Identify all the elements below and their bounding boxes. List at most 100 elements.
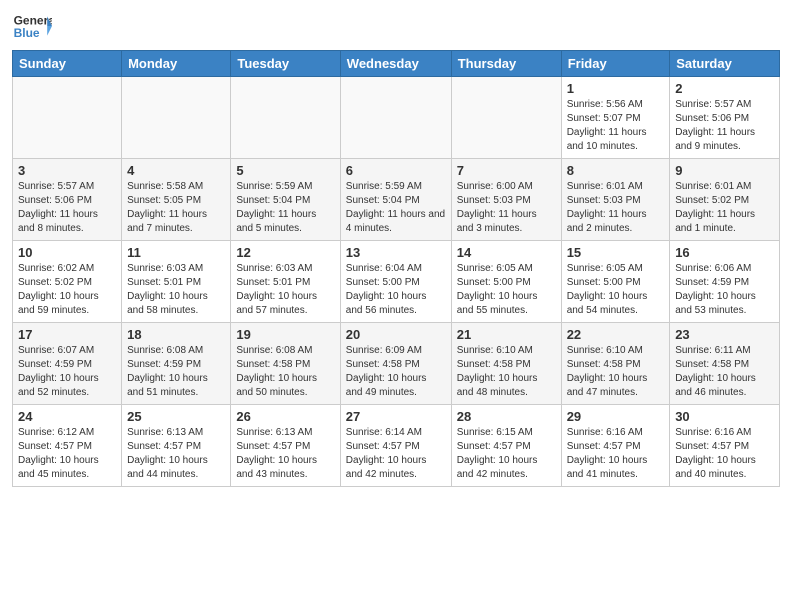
- weekday-header-friday: Friday: [561, 51, 670, 77]
- calendar-cell: [122, 77, 231, 159]
- calendar-cell: 12Sunrise: 6:03 AM Sunset: 5:01 PM Dayli…: [231, 241, 340, 323]
- day-number: 15: [567, 245, 665, 260]
- day-info: Sunrise: 6:10 AM Sunset: 4:58 PM Dayligh…: [567, 344, 665, 400]
- calendar-cell: 28Sunrise: 6:15 AM Sunset: 4:57 PM Dayli…: [451, 405, 561, 487]
- day-info: Sunrise: 5:56 AM Sunset: 5:07 PM Dayligh…: [567, 98, 665, 154]
- calendar-cell: 15 Sunrise: 6:05 AM Sunset: 5:00 PM Dayli…: [561, 241, 670, 323]
- svg-text:Blue: Blue: [14, 26, 40, 40]
- calendar-cell: 21 Sunrise: 6:10 AM Sunset: 4:58 PM Dayli…: [451, 323, 561, 405]
- day-number: 20: [346, 327, 446, 342]
- calendar-cell: 9 Sunrise: 6:01 AM Sunset: 5:02 PM Daylig…: [670, 159, 780, 241]
- calendar-cell: 17 Sunrise: 6:07 AM Sunset: 4:59 PM Dayli…: [13, 323, 122, 405]
- day-info: Sunrise: 5:59 AM Sunset: 5:04 PM Dayligh…: [346, 180, 446, 236]
- day-number: 27: [346, 409, 446, 424]
- calendar-cell: 26 Sunrise: 6:13 AM Sunset: 4:57 PM Dayli…: [231, 405, 340, 487]
- day-number: 10: [18, 245, 116, 260]
- day-info: Sunrise: 6:05 AM Sunset: 5:00 PM Dayligh…: [457, 262, 556, 318]
- calendar-week-row: 17 Sunrise: 6:07 AM Sunset: 4:59 PM Dayli…: [13, 323, 780, 405]
- page-container: General Blue SundayMondayTuesdayWednesda…: [0, 0, 792, 497]
- day-info: Sunrise: 5:57 AM Sunset: 5:06 PM Dayligh…: [18, 180, 116, 236]
- day-info: Sunrise: 6:01 AM Sunset: 5:03 PM Dayligh…: [567, 180, 665, 236]
- day-info: Sunrise: 6:03 AM Sunset: 5:01 PM Dayligh…: [236, 262, 334, 318]
- calendar-cell: 13Sunrise: 6:04 AM Sunset: 5:00 PM Dayli…: [340, 241, 451, 323]
- day-number: 21: [457, 327, 556, 342]
- day-info: Sunrise: 6:10 AM Sunset: 4:58 PM Dayligh…: [457, 344, 556, 400]
- day-number: 17: [18, 327, 116, 342]
- day-number: 29: [567, 409, 665, 424]
- calendar-cell: 30 Sunrise: 6:16 AM Sunset: 4:57 PM Dayli…: [670, 405, 780, 487]
- day-number: 23: [675, 327, 774, 342]
- day-info: Sunrise: 6:06 AM Sunset: 4:59 PM Dayligh…: [675, 262, 774, 318]
- day-info: Sunrise: 6:11 AM Sunset: 4:58 PM Dayligh…: [675, 344, 774, 400]
- day-info: Sunrise: 6:00 AM Sunset: 5:03 PM Dayligh…: [457, 180, 556, 236]
- calendar-cell: 11Sunrise: 6:03 AM Sunset: 5:01 PM Dayli…: [122, 241, 231, 323]
- day-info: Sunrise: 5:59 AM Sunset: 5:04 PM Dayligh…: [236, 180, 334, 236]
- day-info: Sunrise: 6:07 AM Sunset: 4:59 PM Dayligh…: [18, 344, 116, 400]
- day-info: Sunrise: 6:16 AM Sunset: 4:57 PM Dayligh…: [675, 426, 774, 482]
- calendar-cell: 25 Sunrise: 6:13 AM Sunset: 4:57 PM Dayli…: [122, 405, 231, 487]
- day-info: Sunrise: 6:08 AM Sunset: 4:59 PM Dayligh…: [127, 344, 225, 400]
- header: General Blue: [12, 10, 780, 42]
- weekday-header-tuesday: Tuesday: [231, 51, 340, 77]
- day-number: 22: [567, 327, 665, 342]
- calendar-cell: 27 Sunrise: 6:14 AM Sunset: 4:57 PM Dayli…: [340, 405, 451, 487]
- day-info: Sunrise: 5:57 AM Sunset: 5:06 PM Dayligh…: [675, 98, 774, 154]
- day-number: 7: [457, 163, 556, 178]
- day-info: Sunrise: 5:58 AM Sunset: 5:05 PM Dayligh…: [127, 180, 225, 236]
- calendar-cell: 22 Sunrise: 6:10 AM Sunset: 4:58 PM Dayli…: [561, 323, 670, 405]
- calendar-cell: 29 Sunrise: 6:16 AM Sunset: 4:57 PM Dayli…: [561, 405, 670, 487]
- calendar-cell: 1Sunrise: 5:56 AM Sunset: 5:07 PM Daylig…: [561, 77, 670, 159]
- logo-icon: General Blue: [12, 10, 52, 42]
- day-number: 6: [346, 163, 446, 178]
- day-number: 16: [675, 245, 774, 260]
- calendar-cell: 19Sunrise: 6:08 AM Sunset: 4:58 PM Dayli…: [231, 323, 340, 405]
- weekday-header-wednesday: Wednesday: [340, 51, 451, 77]
- day-info: Sunrise: 6:14 AM Sunset: 4:57 PM Dayligh…: [346, 426, 446, 482]
- day-number: 26: [236, 409, 334, 424]
- weekday-header-monday: Monday: [122, 51, 231, 77]
- day-number: 24: [18, 409, 116, 424]
- day-number: 19: [236, 327, 334, 342]
- calendar-cell: 7 Sunrise: 6:00 AM Sunset: 5:03 PM Daylig…: [451, 159, 561, 241]
- calendar-cell: 2 Sunrise: 5:57 AM Sunset: 5:06 PM Daylig…: [670, 77, 780, 159]
- day-info: Sunrise: 6:01 AM Sunset: 5:02 PM Dayligh…: [675, 180, 774, 236]
- calendar-week-row: 3 Sunrise: 5:57 AM Sunset: 5:06 PM Daylig…: [13, 159, 780, 241]
- weekday-header-thursday: Thursday: [451, 51, 561, 77]
- day-info: Sunrise: 6:05 AM Sunset: 5:00 PM Dayligh…: [567, 262, 665, 318]
- calendar-table: SundayMondayTuesdayWednesdayThursdayFrid…: [12, 50, 780, 487]
- calendar-cell: 16 Sunrise: 6:06 AM Sunset: 4:59 PM Dayli…: [670, 241, 780, 323]
- day-number: 3: [18, 163, 116, 178]
- calendar-cell: 20Sunrise: 6:09 AM Sunset: 4:58 PM Dayli…: [340, 323, 451, 405]
- calendar-cell: 24 Sunrise: 6:12 AM Sunset: 4:57 PM Dayli…: [13, 405, 122, 487]
- calendar-cell: [231, 77, 340, 159]
- weekday-header-saturday: Saturday: [670, 51, 780, 77]
- day-number: 30: [675, 409, 774, 424]
- day-info: Sunrise: 6:13 AM Sunset: 4:57 PM Dayligh…: [236, 426, 334, 482]
- day-number: 4: [127, 163, 225, 178]
- calendar-cell: 3 Sunrise: 5:57 AM Sunset: 5:06 PM Daylig…: [13, 159, 122, 241]
- day-number: 25: [127, 409, 225, 424]
- day-info: Sunrise: 6:04 AM Sunset: 5:00 PM Dayligh…: [346, 262, 446, 318]
- day-info: Sunrise: 6:03 AM Sunset: 5:01 PM Dayligh…: [127, 262, 225, 318]
- calendar-cell: 14 Sunrise: 6:05 AM Sunset: 5:00 PM Dayli…: [451, 241, 561, 323]
- day-number: 14: [457, 245, 556, 260]
- calendar-cell: [340, 77, 451, 159]
- day-info: Sunrise: 6:13 AM Sunset: 4:57 PM Dayligh…: [127, 426, 225, 482]
- weekday-header-sunday: Sunday: [13, 51, 122, 77]
- calendar-cell: 18Sunrise: 6:08 AM Sunset: 4:59 PM Dayli…: [122, 323, 231, 405]
- day-info: Sunrise: 6:02 AM Sunset: 5:02 PM Dayligh…: [18, 262, 116, 318]
- calendar-cell: 23 Sunrise: 6:11 AM Sunset: 4:58 PM Dayli…: [670, 323, 780, 405]
- svg-text:General: General: [14, 13, 52, 27]
- day-number: 2: [675, 81, 774, 96]
- day-info: Sunrise: 6:16 AM Sunset: 4:57 PM Dayligh…: [567, 426, 665, 482]
- day-info: Sunrise: 6:15 AM Sunset: 4:57 PM Dayligh…: [457, 426, 556, 482]
- calendar-cell: 8 Sunrise: 6:01 AM Sunset: 5:03 PM Daylig…: [561, 159, 670, 241]
- weekday-header-row: SundayMondayTuesdayWednesdayThursdayFrid…: [13, 51, 780, 77]
- day-number: 8: [567, 163, 665, 178]
- day-number: 9: [675, 163, 774, 178]
- calendar-cell: 5Sunrise: 5:59 AM Sunset: 5:04 PM Daylig…: [231, 159, 340, 241]
- day-info: Sunrise: 6:12 AM Sunset: 4:57 PM Dayligh…: [18, 426, 116, 482]
- calendar-week-row: 24 Sunrise: 6:12 AM Sunset: 4:57 PM Dayli…: [13, 405, 780, 487]
- calendar-week-row: 10 Sunrise: 6:02 AM Sunset: 5:02 PM Dayli…: [13, 241, 780, 323]
- calendar-cell: 6 Sunrise: 5:59 AM Sunset: 5:04 PM Daylig…: [340, 159, 451, 241]
